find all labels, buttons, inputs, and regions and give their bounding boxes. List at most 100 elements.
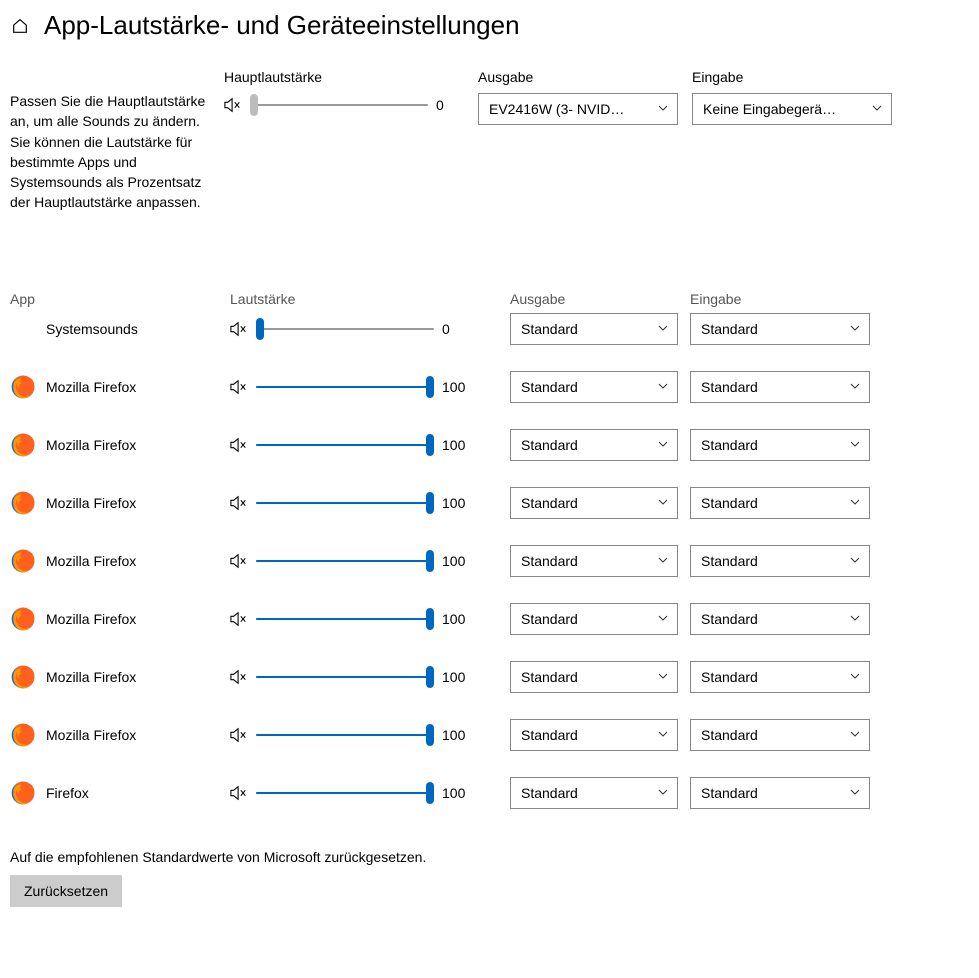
speaker-muted-icon[interactable] [230,727,248,743]
app-volume-value: 100 [442,669,470,685]
reset-button[interactable]: Zurücksetzen [10,875,122,907]
app-input-dropdown[interactable]: Standard [690,661,870,693]
app-row: Mozilla Firefox 100 Standard Standard [10,545,969,577]
app-name: Mozilla Firefox [46,553,136,569]
chevron-down-icon [849,437,861,453]
home-icon[interactable] [10,16,30,36]
app-output-dropdown[interactable]: Standard [510,603,678,635]
app-row: Mozilla Firefox 100 Standard Standard [10,661,969,693]
chevron-down-icon [657,727,669,743]
master-input-dropdown[interactable]: Keine Eingabegerä… [692,93,892,125]
app-output-dropdown[interactable]: Standard [510,371,678,403]
speaker-muted-icon[interactable] [230,437,248,453]
app-input-value: Standard [701,785,758,801]
speaker-muted-icon[interactable] [230,669,248,685]
app-volume-value: 0 [442,321,470,337]
speaker-muted-icon[interactable] [224,97,242,113]
app-name: Mozilla Firefox [46,611,136,627]
app-input-dropdown[interactable]: Standard [690,371,870,403]
app-output-dropdown[interactable]: Standard [510,429,678,461]
speaker-muted-icon[interactable] [230,553,248,569]
master-output-dropdown[interactable]: EV2416W (3- NVID… [478,93,678,125]
app-volume-value: 100 [442,727,470,743]
app-row: Mozilla Firefox100StandardStandard [10,429,969,461]
firefox-icon [10,432,36,458]
app-output-dropdown[interactable]: Standard [510,661,678,693]
master-volume-label: Hauptlautstärke [224,69,464,85]
app-volume-slider[interactable] [256,433,434,457]
app-input-value: Standard [701,727,758,743]
chevron-down-icon [871,101,883,117]
master-output-label: Ausgabe [478,69,678,85]
app-input-dropdown[interactable]: Standard [690,313,870,345]
chevron-down-icon [657,785,669,801]
app-volume-value: 100 [442,437,470,453]
app-volume-value: 100 [442,495,470,511]
app-volume-slider[interactable] [256,723,434,747]
app-volume-slider[interactable] [256,491,434,515]
app-input-dropdown[interactable]: Standard [690,603,870,635]
speaker-muted-icon[interactable] [230,379,248,395]
app-row: Mozilla Firefox100StandardStandard [10,603,969,635]
app-output-dropdown[interactable]: Standard [510,313,678,345]
firefox-icon [10,664,36,690]
app-output-dropdown[interactable]: Standard [510,545,678,577]
master-volume-slider[interactable] [250,93,428,117]
master-output-value: EV2416W (3- NVID… [489,101,624,117]
app-input-value: Standard [701,379,758,395]
app-output-dropdown[interactable]: Standard [510,719,678,751]
col-header-output: Ausgabe [510,291,690,307]
app-output-value: Standard [521,437,578,453]
reset-description: Auf die empfohlenen Standardwerte von Mi… [10,849,969,865]
app-row: Mozilla Firefox100StandardStandard [10,371,969,403]
speaker-muted-icon[interactable] [230,495,248,511]
app-input-dropdown[interactable]: Standard [690,719,870,751]
app-volume-slider[interactable] [256,607,434,631]
col-header-app: App [10,291,230,307]
chevron-down-icon [849,785,861,801]
chevron-down-icon [657,379,669,395]
app-output-value: Standard [521,669,578,685]
chevron-down-icon [657,553,669,569]
app-output-value: Standard [521,495,578,511]
app-volume-slider[interactable] [256,549,434,573]
master-input-label: Eingabe [692,69,892,85]
chevron-down-icon [849,669,861,685]
app-volume-slider[interactable] [256,665,434,689]
app-name: Mozilla Firefox [46,669,136,685]
firefox-icon [10,722,36,748]
master-volume-value: 0 [436,97,464,113]
speaker-muted-icon[interactable] [230,611,248,627]
firefox-icon [10,548,36,574]
speaker-muted-icon[interactable] [230,785,248,801]
app-volume-slider[interactable] [256,317,434,341]
app-input-dropdown[interactable]: Standard [690,429,870,461]
master-input-value: Keine Eingabegerä… [703,101,836,117]
app-volume-slider[interactable] [256,781,434,805]
app-name: Mozilla Firefox [46,495,136,511]
app-volume-slider[interactable] [256,375,434,399]
app-row: Mozilla Firefox100StandardStandard [10,719,969,751]
app-row: Mozilla Firefox 100 Standard Standard [10,487,969,519]
chevron-down-icon [849,727,861,743]
chevron-down-icon [657,611,669,627]
app-output-dropdown[interactable]: Standard [510,487,678,519]
app-input-value: Standard [701,495,758,511]
chevron-down-icon [849,379,861,395]
speaker-muted-icon[interactable] [230,321,248,337]
firefox-icon [10,374,36,400]
app-output-value: Standard [521,611,578,627]
chevron-down-icon [849,553,861,569]
app-volume-value: 100 [442,785,470,801]
firefox-icon [10,606,36,632]
app-output-dropdown[interactable]: Standard [510,777,678,809]
app-output-value: Standard [521,553,578,569]
col-header-input: Eingabe [690,291,870,307]
app-input-dropdown[interactable]: Standard [690,545,870,577]
app-name: Mozilla Firefox [46,379,136,395]
chevron-down-icon [657,321,669,337]
app-volume-value: 100 [442,553,470,569]
app-input-dropdown[interactable]: Standard [690,487,870,519]
app-row: Systemsounds0StandardStandard [10,313,969,345]
app-input-dropdown[interactable]: Standard [690,777,870,809]
